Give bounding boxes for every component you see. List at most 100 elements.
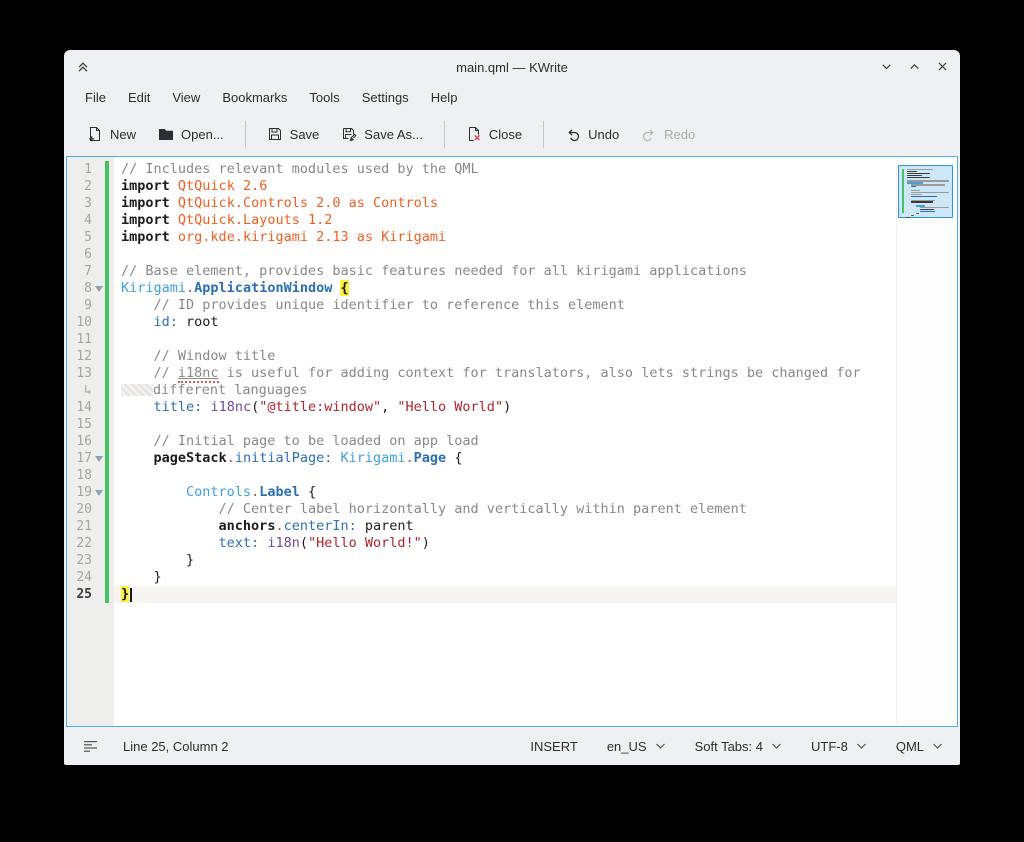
line-number: 25 — [67, 586, 92, 603]
code-line[interactable]: pageStack.initialPage: Kirigami.Page { — [114, 450, 896, 467]
redo-button[interactable]: Redo — [630, 120, 706, 148]
gutter-row[interactable]: 1 — [67, 161, 114, 178]
gutter-row[interactable]: 16 — [67, 433, 114, 450]
code-line[interactable]: // Window title — [114, 348, 896, 365]
gutter-row[interactable]: 18 — [67, 467, 114, 484]
gutter-row[interactable]: 7 — [67, 263, 114, 280]
new-button[interactable]: New — [76, 120, 147, 148]
gutter-row[interactable]: 19 — [67, 484, 114, 501]
gutter-row[interactable]: 24 — [67, 569, 114, 586]
save-as-button[interactable]: Save As... — [330, 120, 434, 148]
code-line[interactable]: Kirigami.ApplicationWindow { — [114, 280, 896, 297]
gutter-row[interactable]: 23 — [67, 552, 114, 569]
maximize-button[interactable] — [907, 59, 922, 74]
gutter-row[interactable]: ↳ — [67, 382, 114, 399]
code-token: parent — [357, 518, 414, 534]
code-line[interactable]: // Base element, provides basic features… — [114, 263, 896, 280]
menu-bookmarks[interactable]: Bookmarks — [211, 84, 298, 112]
gutter-row[interactable]: 25 — [67, 586, 114, 603]
fold-arrow-icon[interactable] — [95, 490, 103, 496]
chevron-down-icon — [932, 742, 943, 750]
fold-column[interactable] — [92, 484, 105, 501]
gutter-row[interactable]: 10 — [67, 314, 114, 331]
fold-column[interactable] — [92, 280, 105, 297]
status-encoding[interactable]: UTF-8 — [811, 739, 867, 754]
code-line[interactable]: // Center label horizontally and vertica… — [114, 501, 896, 518]
line-number: 1 — [67, 161, 92, 178]
cursor-position-label: Line 25, Column 2 — [123, 739, 229, 754]
gutter-row[interactable]: 12 — [67, 348, 114, 365]
status-tab-width[interactable]: Soft Tabs: 4 — [695, 739, 782, 754]
menu-file[interactable]: File — [74, 84, 117, 112]
code-line[interactable]: import QtQuick.Controls 2.0 as Controls — [114, 195, 896, 212]
code-line[interactable]: import QtQuick 2.6 — [114, 178, 896, 195]
gutter-row[interactable]: 9 — [67, 297, 114, 314]
code-line[interactable]: } — [114, 586, 896, 603]
close-button[interactable] — [935, 59, 950, 74]
menu-help[interactable]: Help — [420, 84, 469, 112]
titlebar[interactable]: main.qml — KWrite — [64, 50, 960, 84]
code-line[interactable]: import org.kde.kirigami 2.13 as Kirigami — [114, 229, 896, 246]
code-line[interactable]: // i18nc is useful for adding context fo… — [114, 365, 896, 382]
gutter-row[interactable]: 4 — [67, 212, 114, 229]
code-area[interactable]: // Includes relevant modules used by the… — [114, 157, 896, 726]
code-line[interactable] — [114, 416, 896, 433]
minimap-scrollbar[interactable] — [896, 157, 957, 726]
gutter-row[interactable]: 17 — [67, 450, 114, 467]
status-syntax-mode[interactable]: QML — [896, 739, 943, 754]
code-line[interactable]: Controls.Label { — [114, 484, 896, 501]
gutter-row[interactable]: 14 — [67, 399, 114, 416]
code-line[interactable]: } — [114, 552, 896, 569]
code-line[interactable]: anchors.centerIn: parent — [114, 518, 896, 535]
code-line[interactable]: // ID provides unique identifier to refe… — [114, 297, 896, 314]
gutter-row[interactable]: 22 — [67, 535, 114, 552]
open-button[interactable]: Open... — [147, 120, 235, 148]
code-token — [170, 212, 178, 228]
save-as-icon — [341, 126, 357, 142]
code-token: . — [251, 484, 259, 500]
code-token — [121, 484, 186, 500]
gutter-row[interactable]: 3 — [67, 195, 114, 212]
gutter-row[interactable]: 11 — [67, 331, 114, 348]
gutter-row[interactable]: 20 — [67, 501, 114, 518]
line-number: 22 — [67, 535, 92, 552]
fold-arrow-icon[interactable] — [95, 456, 103, 462]
menu-settings[interactable]: Settings — [351, 84, 420, 112]
menu-edit[interactable]: Edit — [117, 84, 161, 112]
shade-button[interactable] — [75, 59, 91, 80]
gutter-row[interactable]: 6 — [67, 246, 114, 263]
undo-button[interactable]: Undo — [554, 120, 630, 148]
save-button[interactable]: Save — [256, 120, 331, 148]
line-number-gutter[interactable]: 12345678910111213↳1415161718192021222324… — [67, 157, 114, 726]
close-document-button[interactable]: Close — [455, 120, 533, 148]
code-line[interactable]: } — [114, 569, 896, 586]
toolbar-button-label: Open... — [181, 127, 224, 142]
code-line[interactable]: title: i18nc("@title:window", "Hello Wor… — [114, 399, 896, 416]
code-line[interactable]: id: root — [114, 314, 896, 331]
gutter-row[interactable]: 13 — [67, 365, 114, 382]
gutter-row[interactable]: 21 — [67, 518, 114, 535]
code-line[interactable]: different languages — [114, 382, 896, 399]
menu-view[interactable]: View — [161, 84, 211, 112]
fold-arrow-icon[interactable] — [95, 286, 103, 292]
minimap-visible-region[interactable] — [898, 165, 953, 218]
code-line[interactable] — [114, 331, 896, 348]
code-line[interactable]: import QtQuick.Layouts 1.2 — [114, 212, 896, 229]
code-line[interactable] — [114, 246, 896, 263]
code-line[interactable]: // Includes relevant modules used by the… — [114, 161, 896, 178]
status-mode[interactable]: INSERT — [530, 739, 577, 754]
code-line[interactable] — [114, 467, 896, 484]
fold-column[interactable] — [92, 450, 105, 467]
menu-tools[interactable]: Tools — [298, 84, 350, 112]
text-lines-icon[interactable] — [83, 739, 100, 753]
gutter-row[interactable]: 15 — [67, 416, 114, 433]
minimize-button[interactable] — [879, 59, 894, 74]
code-line[interactable]: // Initial page to be loaded on app load — [114, 433, 896, 450]
gutter-row[interactable]: 5 — [67, 229, 114, 246]
code-line[interactable]: text: i18n("Hello World!") — [114, 535, 896, 552]
line-number: 16 — [67, 433, 92, 450]
status-dictionary[interactable]: en_US — [607, 739, 666, 754]
gutter-row[interactable]: 2 — [67, 178, 114, 195]
text-editor-view[interactable]: 12345678910111213↳1415161718192021222324… — [66, 156, 958, 727]
gutter-row[interactable]: 8 — [67, 280, 114, 297]
